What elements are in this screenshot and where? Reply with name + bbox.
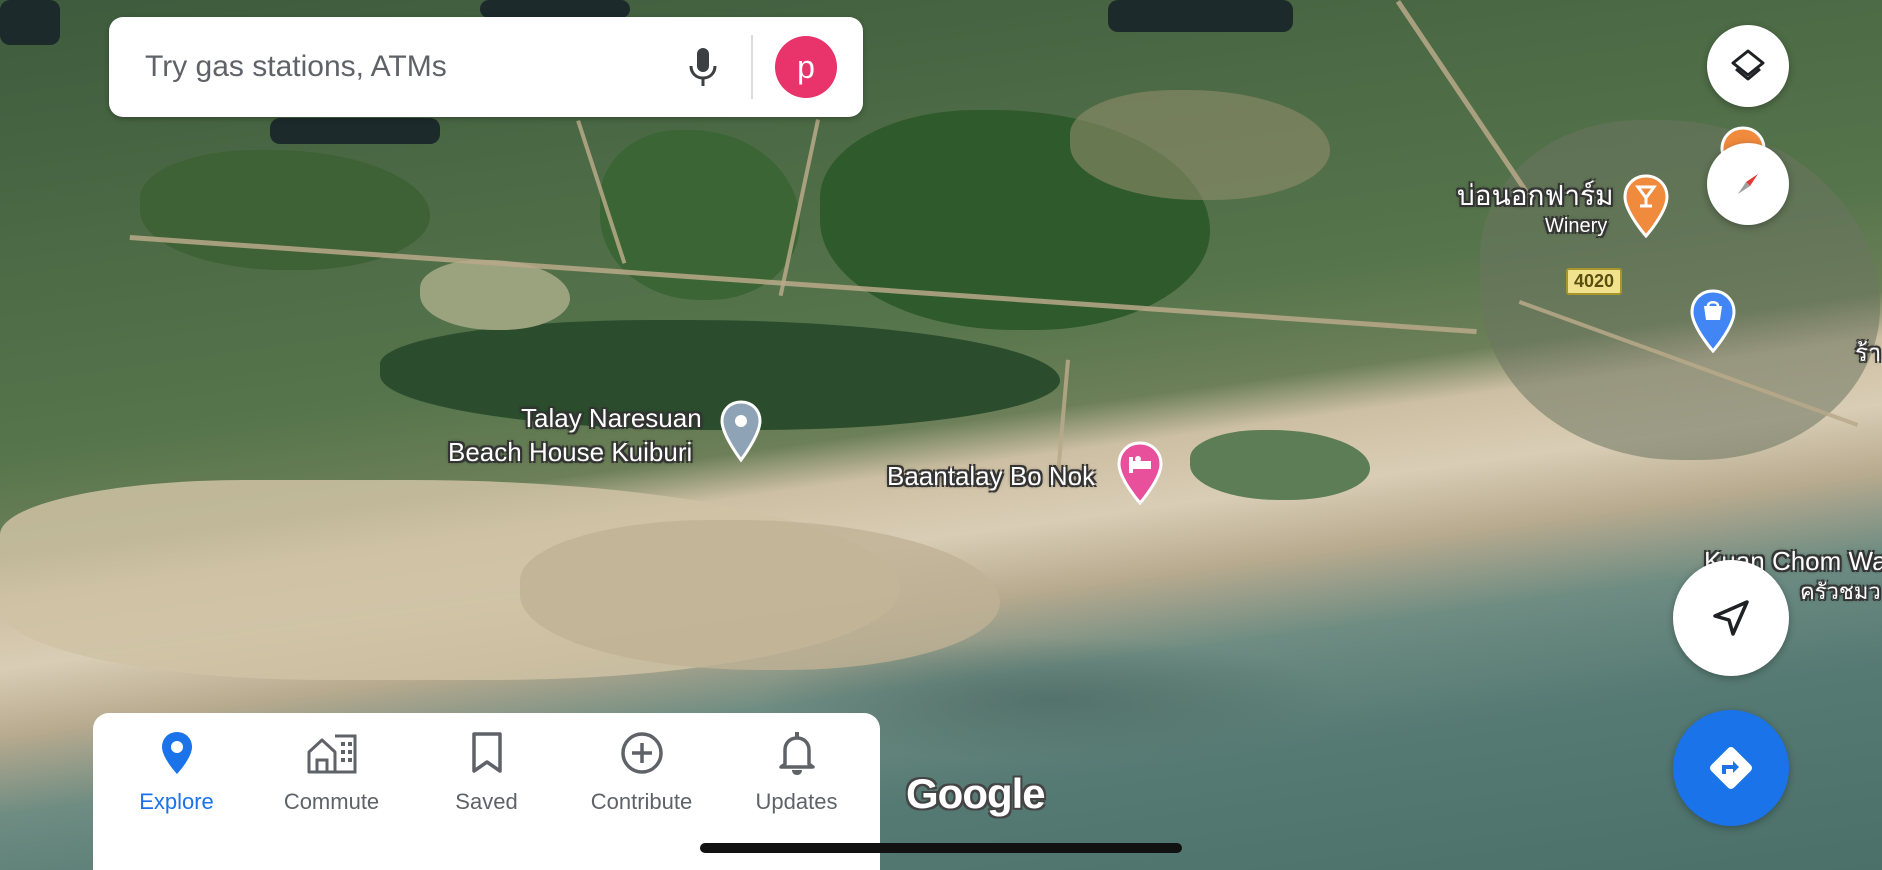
pond <box>270 118 440 144</box>
search-divider <box>751 35 753 99</box>
microphone-icon[interactable] <box>673 37 733 97</box>
place-label-baantalay[interactable]: Baantalay Bo Nok <box>887 460 1095 492</box>
my-location-button[interactable] <box>1673 560 1789 676</box>
nav-item-contribute[interactable]: Contribute <box>564 713 719 870</box>
commute-icon <box>307 734 356 774</box>
nav-label-contribute: Contribute <box>590 789 693 814</box>
pond <box>480 0 630 18</box>
nav-item-saved[interactable]: Saved <box>409 713 564 870</box>
bell-icon <box>778 732 815 775</box>
nav-label-explore: Explore <box>139 789 214 814</box>
avatar[interactable]: p <box>775 36 837 98</box>
clearing <box>420 260 570 330</box>
road-number-shield: 4020 <box>1566 268 1623 295</box>
search-input[interactable]: Try gas stations, ATMs <box>145 50 673 84</box>
nav-item-explore[interactable]: Explore <box>99 713 254 870</box>
place-label-winery-thai[interactable]: บ่อนอกฟาร์ม <box>1457 180 1614 212</box>
place-label-kuan-chom-thai[interactable]: ครัวชมว <box>1800 579 1881 605</box>
search-bar[interactable]: Try gas stations, ATMs p <box>109 17 863 117</box>
add-circle-icon <box>620 732 663 774</box>
clearing <box>1070 90 1330 200</box>
road <box>1395 0 1535 202</box>
place-label-talay-line2[interactable]: Beach House Kuiburi <box>448 436 692 468</box>
directions-icon <box>1710 747 1752 789</box>
home-indicator[interactable] <box>700 843 1182 853</box>
directions-button[interactable] <box>1673 710 1789 826</box>
layers-button[interactable] <box>1707 25 1789 107</box>
pond <box>0 0 60 45</box>
google-attribution-logo: Google <box>906 770 1046 817</box>
pond <box>1108 0 1293 32</box>
place-label-talay-line1[interactable]: Talay Naresuan <box>521 402 702 434</box>
winery-pin-icon[interactable] <box>1623 174 1669 238</box>
bookmark-icon <box>471 732 502 773</box>
nav-label-saved: Saved <box>455 789 518 814</box>
tidal-flats <box>520 520 1000 670</box>
navigation-arrow-icon <box>1713 600 1749 636</box>
nav-label-updates: Updates <box>755 789 838 814</box>
nav-item-commute[interactable]: Commute <box>254 713 409 870</box>
shop-pin-icon[interactable] <box>1690 289 1736 353</box>
layers-icon <box>1731 49 1765 81</box>
place-label-winery[interactable]: Winery <box>1545 214 1607 238</box>
lake <box>1190 430 1370 500</box>
place-pin-icon[interactable] <box>720 400 762 464</box>
hotel-pin-icon[interactable] <box>1117 441 1163 505</box>
road <box>129 235 1477 335</box>
explore-pin-icon <box>161 732 192 774</box>
compass-button[interactable] <box>1707 143 1789 225</box>
nav-label-commute: Commute <box>283 789 380 814</box>
place-label-edge-thai[interactable]: ร้า <box>1855 338 1881 370</box>
compass-icon <box>1738 174 1758 194</box>
